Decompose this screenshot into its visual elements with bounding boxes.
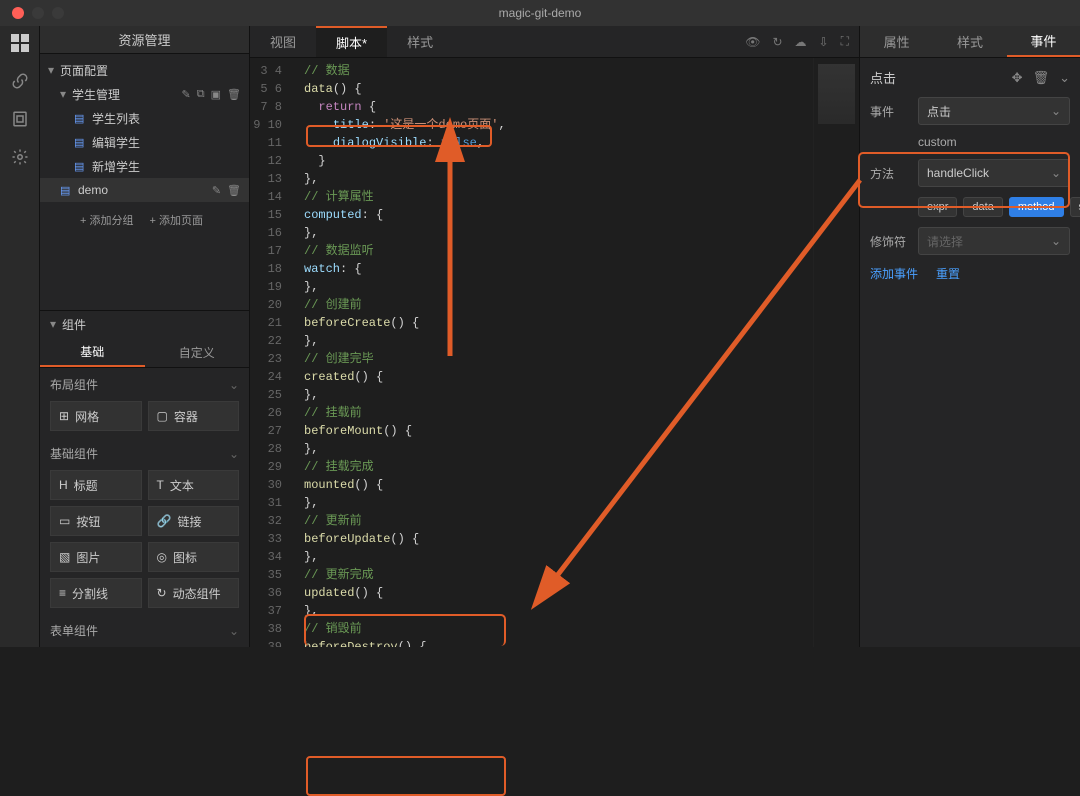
link-icon: 🔗 [157, 514, 172, 528]
expand-icon[interactable]: ⛶ [841, 34, 849, 49]
tab-view[interactable]: 视图 [250, 26, 316, 57]
edit-icon[interactable]: ✎ [212, 184, 221, 197]
pill-expr[interactable]: expr [918, 197, 957, 217]
label-modifier: 修饰符 [870, 233, 910, 250]
button-icon: ▭ [59, 514, 70, 528]
reset-link[interactable]: 重置 [936, 265, 960, 282]
chevron-down-icon[interactable]: ⌄ [1059, 70, 1070, 86]
group-basic: 基础组件 [50, 445, 98, 462]
pill-script[interactable]: script [1070, 197, 1080, 217]
delete-icon[interactable]: 🗑 [227, 88, 241, 101]
add-page-button[interactable]: + 添加页面 [149, 212, 202, 228]
chevron-down-icon[interactable]: ⌄ [229, 378, 239, 392]
sidebar-left: 资源管理 ▾页面配置 ▾学生管理✎⧉▣🗑 ▤学生列表 ▤编辑学生 ▤新增学生 ▤… [40, 26, 250, 647]
dynamic-icon: ↻ [157, 586, 167, 600]
file-icon: ▤ [74, 160, 88, 173]
maximize-icon[interactable] [52, 7, 64, 19]
preview-icon[interactable]: 👁 [745, 35, 760, 49]
link-icon[interactable] [9, 70, 31, 92]
divider-icon: ≡ [59, 586, 66, 600]
add-group-button[interactable]: + 添加分组 [80, 212, 133, 228]
copy-icon[interactable]: ⧉ [197, 88, 205, 101]
pill-data[interactable]: data [963, 197, 1002, 217]
components-title: 组件 [62, 316, 86, 333]
refresh-icon[interactable]: ↻ [772, 35, 782, 49]
select-event[interactable]: 点击⌄ [918, 97, 1070, 125]
group-layout: 布局组件 [50, 376, 98, 393]
edit-icon[interactable]: ✎ [182, 88, 191, 101]
tree-student-mgmt[interactable]: ▾学生管理✎⧉▣🗑 [40, 82, 249, 106]
comp-text[interactable]: T文本 [148, 470, 240, 500]
add-event-link[interactable]: 添加事件 [870, 265, 918, 282]
tree-edit-student[interactable]: ▤编辑学生 [40, 130, 249, 154]
window-title: magic-git-demo [499, 6, 582, 20]
tree-page-config[interactable]: ▾页面配置 [40, 58, 249, 82]
editor-panel: 视图 脚本* 样式 👁 ↻ ☁ ⇩ ⛶ 3 4 5 6 7 8 9 10 11 … [250, 26, 860, 647]
move-icon[interactable]: ✥ [1012, 70, 1023, 86]
tab-script[interactable]: 脚本* [316, 26, 387, 57]
image-icon: ▧ [59, 550, 70, 564]
delete-icon[interactable]: 🗑 [227, 184, 241, 197]
select-modifier[interactable]: 请选择⌄ [918, 227, 1070, 255]
minimize-icon[interactable] [32, 7, 44, 19]
file-icon: ▤ [60, 184, 74, 197]
upload-icon[interactable]: ☁ [795, 35, 807, 49]
sidebar-header: 资源管理 [40, 26, 249, 54]
comp-icon[interactable]: ◎图标 [148, 542, 240, 572]
highlight-handleclick [306, 756, 506, 796]
tree-add-student[interactable]: ▤新增学生 [40, 154, 249, 178]
titlebar: magic-git-demo [0, 0, 1080, 26]
activity-bar [0, 26, 40, 647]
tree-student-list[interactable]: ▤学生列表 [40, 106, 249, 130]
event-click-header: 点击 [870, 68, 896, 87]
comp-image[interactable]: ▧图片 [50, 542, 142, 572]
comp-grid-item[interactable]: ⊞网格 [50, 401, 142, 431]
sidebar-right: 属性 样式 事件 点击 ✥ 🗑 ⌄ 事件 点击⌄ custom 方法 handl… [860, 26, 1080, 647]
pill-method[interactable]: method [1009, 197, 1064, 217]
right-tab-event[interactable]: 事件 [1007, 26, 1080, 57]
container-icon: ▢ [157, 409, 168, 423]
custom-label: custom [870, 135, 1070, 149]
export-icon[interactable]: ⇩ [819, 35, 829, 49]
line-gutter: 3 4 5 6 7 8 9 10 11 12 13 14 15 16 17 18… [250, 58, 292, 647]
minimap[interactable] [813, 58, 859, 647]
comp-heading[interactable]: H标题 [50, 470, 142, 500]
add-icon[interactable]: ▣ [211, 88, 221, 101]
label-event: 事件 [870, 103, 910, 120]
file-icon: ▤ [74, 112, 88, 125]
close-icon[interactable] [12, 7, 24, 19]
label-method: 方法 [870, 165, 910, 182]
group-form: 表单组件 [50, 622, 98, 639]
tree-demo[interactable]: ▤demo✎🗑 [40, 178, 249, 202]
settings-icon[interactable] [9, 146, 31, 168]
chevron-down-icon[interactable]: ⌄ [229, 624, 239, 638]
heading-icon: H [59, 478, 68, 492]
tab-style[interactable]: 样式 [387, 26, 453, 57]
grid-icon: ⊞ [59, 409, 69, 423]
icon-icon: ◎ [157, 550, 167, 564]
file-icon: ▤ [74, 136, 88, 149]
delete-icon[interactable]: 🗑 [1033, 70, 1050, 86]
code-content[interactable]: // 数据 data() { return { title: '这是一个demo… [292, 58, 813, 647]
right-tab-attr[interactable]: 属性 [860, 26, 933, 57]
right-tab-style[interactable]: 样式 [933, 26, 1006, 57]
comp-container-item[interactable]: ▢容器 [148, 401, 240, 431]
select-method[interactable]: handleClick⌄ [918, 159, 1070, 187]
comp-button[interactable]: ▭按钮 [50, 506, 142, 536]
chevron-down-icon[interactable]: ⌄ [229, 447, 239, 461]
comp-tab-custom[interactable]: 自定义 [145, 337, 250, 367]
comp-divider[interactable]: ≡分割线 [50, 578, 142, 608]
comp-link[interactable]: 🔗链接 [148, 506, 240, 536]
page-icon[interactable] [9, 108, 31, 130]
text-icon: T [157, 478, 164, 492]
comp-tab-basic[interactable]: 基础 [40, 337, 145, 367]
comp-dynamic[interactable]: ↻动态组件 [148, 578, 240, 608]
apps-icon[interactable] [9, 32, 31, 54]
